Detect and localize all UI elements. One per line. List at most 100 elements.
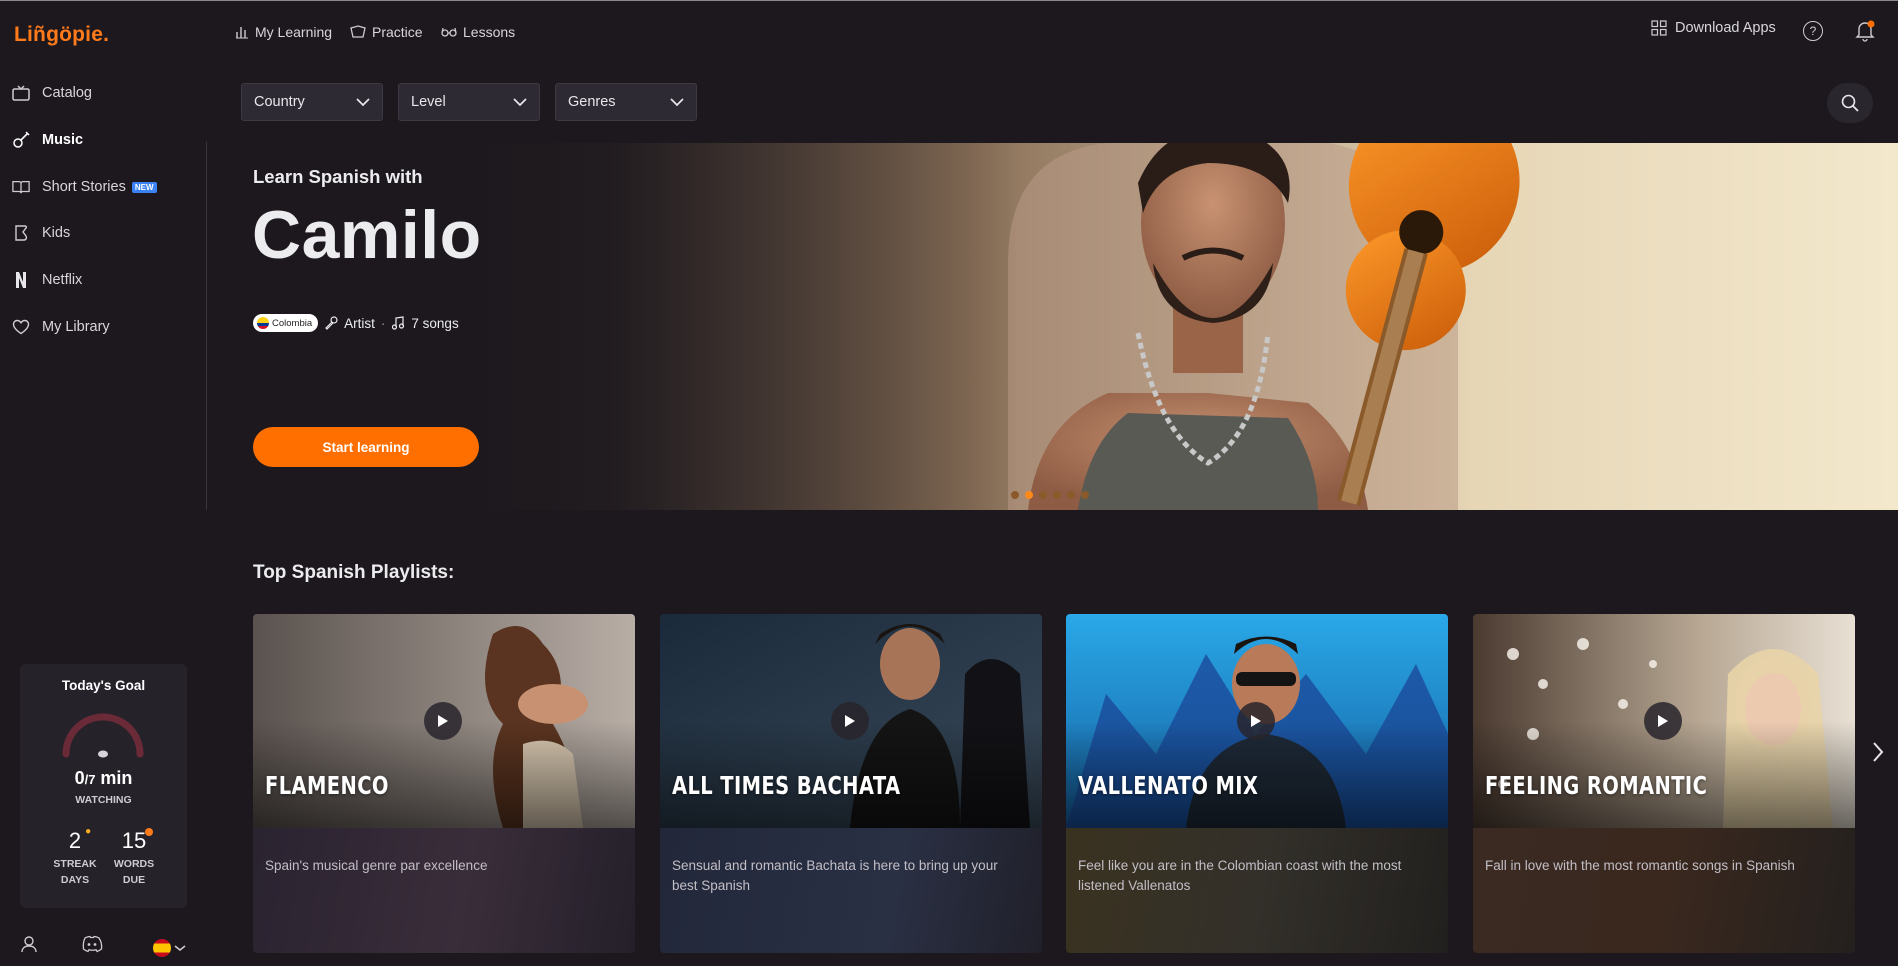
bar-chart-icon bbox=[236, 27, 248, 39]
kids-icon bbox=[12, 224, 30, 242]
sidebar: Liñgöpie. Catalog Music Short Stories NE… bbox=[0, 1, 207, 966]
playlist-card-body bbox=[253, 828, 635, 953]
sidebar-item-label: Kids bbox=[42, 225, 71, 241]
todays-goal-card: Today's Goal 0/7 min WATCHING 2 ● STREAK D… bbox=[20, 664, 187, 908]
help-button[interactable]: ? bbox=[1803, 21, 1823, 41]
search-button[interactable] bbox=[1827, 83, 1873, 123]
playlists-title: Top Spanish Playlists: bbox=[253, 562, 455, 583]
country-filter[interactable]: Country bbox=[241, 83, 383, 121]
playlist-card-bachata[interactable]: ALL TIMES BACHATA Sensual and romantic B… bbox=[660, 614, 1042, 953]
playlist-description: Sensual and romantic Bachata is here to … bbox=[672, 858, 998, 893]
play-button[interactable] bbox=[831, 702, 869, 740]
chevron-down-icon bbox=[513, 97, 527, 106]
playlist-card-body bbox=[1473, 828, 1855, 953]
new-badge: NEW bbox=[131, 181, 157, 193]
play-button[interactable] bbox=[1237, 702, 1275, 740]
lingopie-logo[interactable]: Liñgöpie. bbox=[14, 23, 109, 47]
sidebar-item-netflix[interactable]: Netflix bbox=[12, 266, 82, 294]
music-note-icon bbox=[392, 316, 405, 330]
sidebar-item-label: Short Stories bbox=[42, 179, 126, 195]
user-icon[interactable] bbox=[20, 935, 38, 953]
netflix-icon bbox=[12, 271, 30, 289]
play-button[interactable] bbox=[1644, 702, 1682, 740]
playlist-name: ALL TIMES BACHATA bbox=[672, 771, 901, 800]
sidebar-item-label: My Library bbox=[42, 319, 110, 335]
bell-icon bbox=[1855, 20, 1875, 42]
hero-title: Camilo bbox=[252, 197, 482, 273]
genres-filter[interactable]: Genres bbox=[555, 83, 697, 121]
nav-practice[interactable]: Practice bbox=[350, 24, 423, 40]
window-top-border bbox=[0, 0, 1898, 1]
sidebar-item-short-stories[interactable]: Short Stories NEW bbox=[12, 173, 157, 201]
carousel-dots bbox=[1011, 491, 1089, 499]
practice-icon bbox=[350, 25, 366, 38]
sidebar-item-my-library[interactable]: My Library bbox=[12, 313, 110, 341]
start-learning-button[interactable]: Start learning bbox=[253, 427, 479, 467]
streak-days-stat[interactable]: 2 ● STREAK DAYS bbox=[45, 826, 105, 888]
play-icon bbox=[1658, 715, 1668, 727]
search-icon bbox=[1841, 94, 1859, 112]
carousel-dot[interactable] bbox=[1053, 491, 1061, 499]
chevron-right-icon bbox=[1873, 742, 1884, 762]
microphone-icon bbox=[325, 316, 338, 330]
goal-title: Today's Goal bbox=[61, 678, 146, 693]
sidebar-divider bbox=[206, 142, 207, 510]
book-icon bbox=[12, 178, 30, 196]
streak-value: 2 bbox=[68, 828, 82, 853]
carousel-dot[interactable] bbox=[1039, 491, 1047, 499]
hero-songs: 7 songs bbox=[411, 315, 459, 331]
discord-icon[interactable] bbox=[81, 935, 103, 953]
playlist-card-vallenato[interactable]: VALLENATO MIX Feel like you are in the C… bbox=[1066, 614, 1448, 953]
glasses-icon bbox=[441, 27, 457, 37]
notification-dot bbox=[145, 828, 154, 836]
carousel-dot[interactable] bbox=[1067, 491, 1075, 499]
playlist-name: FLAMENCO bbox=[265, 771, 389, 800]
play-icon bbox=[438, 715, 448, 727]
nav-my-learning[interactable]: My Learning bbox=[235, 24, 332, 40]
grid-icon bbox=[1651, 20, 1667, 36]
carousel-dot[interactable] bbox=[1081, 491, 1089, 499]
carousel-dot-active[interactable] bbox=[1025, 491, 1033, 499]
hero-meta: Colombia Artist · 7 songs bbox=[253, 314, 459, 332]
level-filter[interactable]: Level bbox=[398, 83, 540, 121]
download-apps-button[interactable]: Download Apps bbox=[1651, 20, 1776, 36]
sidebar-item-label: Catalog bbox=[42, 85, 92, 101]
chevron-down-icon bbox=[174, 945, 186, 952]
tv-icon bbox=[12, 84, 30, 102]
sidebar-item-label: Music bbox=[42, 132, 84, 148]
hero-role: Artist bbox=[344, 315, 375, 331]
play-button[interactable] bbox=[424, 702, 462, 740]
play-icon bbox=[845, 715, 855, 727]
nav-lessons[interactable]: Lessons bbox=[441, 24, 515, 40]
sidebar-item-label: Netflix bbox=[42, 272, 83, 288]
country-chip: Colombia bbox=[253, 314, 319, 332]
goal-gauge bbox=[62, 713, 144, 758]
playlist-description: Fall in love with the most romantic song… bbox=[1485, 858, 1795, 873]
words-due-stat[interactable]: 15 WORDS DUE bbox=[104, 828, 164, 888]
goal-watching-label: WATCHING bbox=[75, 794, 132, 806]
colombia-flag-icon bbox=[257, 317, 269, 329]
notifications-button[interactable] bbox=[1855, 20, 1875, 42]
sidebar-item-music[interactable]: Music bbox=[12, 126, 83, 154]
carousel-next-button[interactable] bbox=[1868, 737, 1888, 767]
sidebar-item-catalog[interactable]: Catalog bbox=[12, 79, 92, 107]
guitar-icon bbox=[12, 131, 30, 149]
goal-minutes: 0/7 min bbox=[74, 768, 133, 788]
heart-icon bbox=[12, 318, 30, 336]
sidebar-bottom-bar bbox=[0, 935, 207, 963]
playlist-name: FEELING ROMANTIC bbox=[1485, 771, 1708, 800]
sidebar-item-kids[interactable]: Kids bbox=[12, 219, 70, 247]
play-icon bbox=[1251, 715, 1261, 727]
hero-kicker: Learn Spanish with bbox=[253, 166, 423, 187]
carousel-dot[interactable] bbox=[1011, 491, 1019, 499]
language-selector[interactable] bbox=[153, 939, 187, 957]
flame-icon: ● bbox=[85, 826, 92, 837]
playlist-description: Spain's musical genre par excellence bbox=[265, 858, 488, 873]
chevron-down-icon bbox=[356, 97, 370, 106]
words-due-value: 15 bbox=[121, 828, 147, 853]
playlist-card-feeling-romantic[interactable]: FEELING ROMANTIC Fall in love with the m… bbox=[1473, 614, 1855, 953]
playlist-name: VALLENATO MIX bbox=[1078, 771, 1259, 800]
meta-separator: · bbox=[380, 315, 386, 331]
question-icon: ? bbox=[1803, 21, 1823, 41]
playlist-card-flamenco[interactable]: FLAMENCO Spain's musical genre par excel… bbox=[253, 614, 635, 953]
